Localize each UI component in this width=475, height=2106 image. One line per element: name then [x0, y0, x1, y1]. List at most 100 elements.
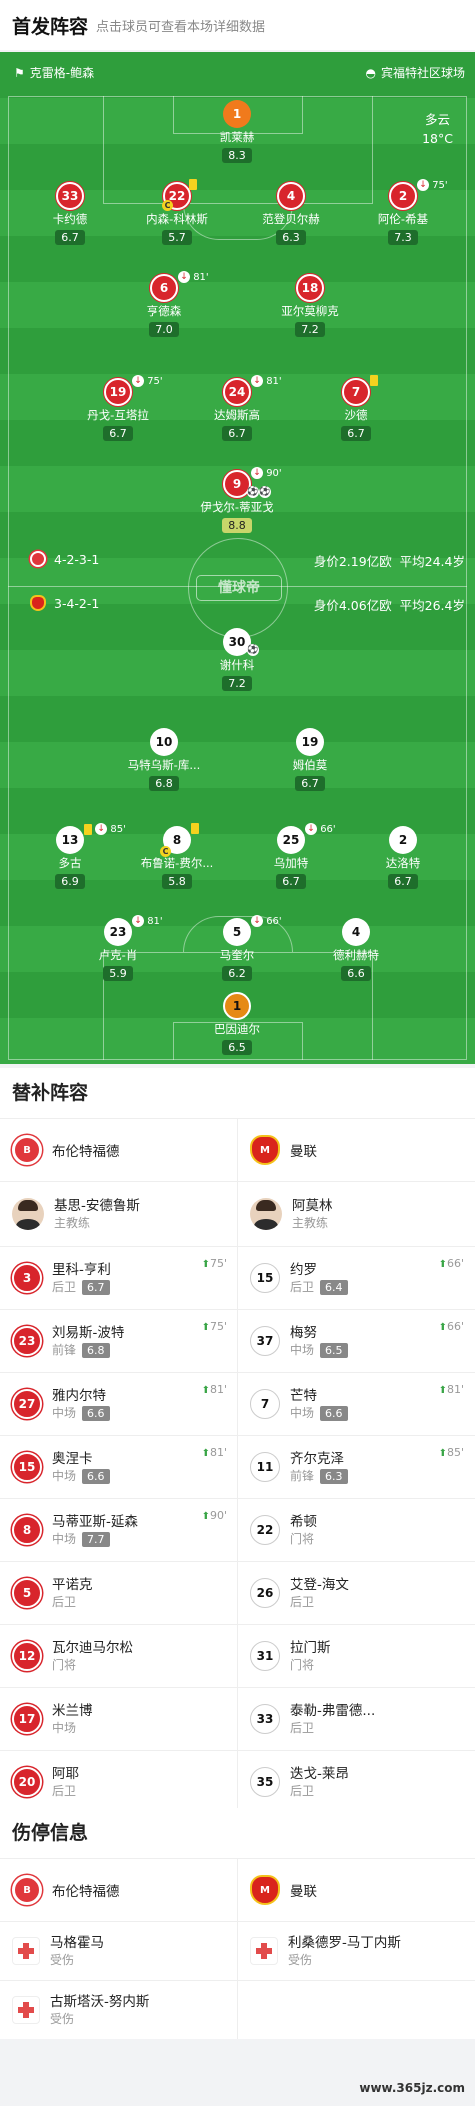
- sub-rating: 6.6: [320, 1405, 348, 1421]
- away-team-header[interactable]: M 曼联: [237, 1859, 474, 1921]
- top-rating: 8.8: [222, 518, 252, 533]
- sub-position: 中场: [52, 1468, 77, 1483]
- player-home-10[interactable]: 7 沙德 6.7: [306, 375, 406, 441]
- sub-position: 后卫: [52, 1594, 77, 1609]
- jersey-number: 8: [12, 1515, 42, 1545]
- player-away-3[interactable]: 19 姆伯莫 6.7: [260, 728, 360, 791]
- player-home-5[interactable]: 2 ↓ 75' 阿伦-希基 7.3: [353, 179, 453, 245]
- sub-player[interactable]: 3 里科-亨利 后卫 6.7 ⬆75': [0, 1247, 237, 1309]
- player-away-1[interactable]: 30 ⚽ 谢什科 7.2: [187, 628, 287, 691]
- subs-section: 替补阵容 B 布伦特福德 M 曼联 基思-安德鲁斯 主教练 阿莫林 主教练 3 里科-…: [0, 1068, 475, 1813]
- player-away-6[interactable]: 25 ↓ 66' 乌加特 6.7: [241, 823, 341, 889]
- sub-name: 芒特: [290, 1387, 317, 1404]
- sub-in-time: ⬆81': [201, 1446, 227, 1459]
- sub-out-icon: ↓: [305, 823, 317, 835]
- sub-position: 中场: [290, 1342, 315, 1357]
- player-away-8[interactable]: 23 ↓ 81' 卢克-肖 5.9: [68, 915, 168, 981]
- injury-status: 受伤: [50, 1952, 75, 1967]
- sub-player[interactable]: 35 迭戈-莱昂 后卫: [237, 1751, 474, 1813]
- sub-player[interactable]: 22 希顿 门将: [237, 1499, 474, 1561]
- away-coach[interactable]: 阿莫林 主教练: [237, 1182, 474, 1246]
- lineup-subtitle: 点击球员可查看本场详细数据: [96, 19, 266, 35]
- sub-name: 平诺克: [52, 1576, 93, 1593]
- sub-position: 后卫: [290, 1279, 315, 1294]
- player-home-9[interactable]: 24 ↓ 81' 达姆斯高 6.7: [187, 375, 287, 441]
- sub-in-time: ⬆81': [201, 1383, 227, 1396]
- jersey-number: 17: [12, 1704, 42, 1734]
- brentford-crest-icon: B: [12, 1875, 42, 1905]
- sub-player[interactable]: 5 平诺克 后卫: [0, 1562, 237, 1624]
- injured-name: 马格霍马: [50, 1934, 104, 1951]
- home-team-header[interactable]: B 布伦特福德: [0, 1119, 237, 1181]
- home-coach-label: ⚑ 克雷格-鲍森: [14, 65, 95, 81]
- sub-position: 前锋: [52, 1342, 77, 1357]
- sub-name: 泰勒-弗雷德...: [290, 1702, 376, 1719]
- player-away-7[interactable]: 2 达洛特 6.7: [353, 826, 453, 889]
- jersey-number: 15: [250, 1263, 280, 1293]
- player-away-11[interactable]: 1 巴因迪尔 6.5: [187, 992, 287, 1055]
- sub-player[interactable]: 15 奥涅卡 中场 6.6 ⬆81': [0, 1436, 237, 1498]
- player-away-9[interactable]: 5 ↓ 66' 马奎尔 6.2: [187, 915, 287, 981]
- sub-position: 后卫: [290, 1594, 315, 1609]
- sub-player[interactable]: 23 刘易斯-波特 前锋 6.8 ⬆75': [0, 1310, 237, 1372]
- sub-position: 门将: [290, 1657, 315, 1672]
- sub-position: 中场: [52, 1531, 77, 1546]
- player-away-4[interactable]: 13 ↓ 85' 多古 6.9: [20, 823, 126, 889]
- sub-out-icon: ↓: [251, 375, 263, 387]
- sub-rating: 6.4: [320, 1279, 348, 1295]
- player-home-7[interactable]: 18 亚尔莫柳克 7.2: [260, 274, 360, 337]
- sub-player[interactable]: 27 雅内尔特 中场 6.6 ⬆81': [0, 1373, 237, 1435]
- manutd-crest-icon: M: [250, 1875, 280, 1905]
- home-coach[interactable]: 基思-安德鲁斯 主教练: [0, 1182, 237, 1246]
- medical-kit-icon: [250, 1937, 278, 1965]
- injured-player[interactable]: 古斯塔沃-努内斯 受伤: [0, 1981, 237, 2039]
- sub-in-time: ⬆66': [438, 1257, 464, 1270]
- sub-player[interactable]: 12 瓦尔迪马尔松 门将: [0, 1625, 237, 1687]
- sub-player[interactable]: 20 阿耶 后卫: [0, 1751, 237, 1813]
- player-away-10[interactable]: 4 德利赫特 6.6: [306, 918, 406, 981]
- yellow-card-icon: [84, 823, 92, 835]
- sub-out-icon: ↓: [251, 915, 263, 927]
- injury-status: 受伤: [288, 1952, 313, 1967]
- sub-in-icon: ⬆: [438, 1448, 447, 1459]
- sub-name: 希顿: [290, 1513, 317, 1530]
- sub-player[interactable]: 8 马蒂亚斯-延森 中场 7.7 ⬆90': [0, 1499, 237, 1561]
- player-home-6[interactable]: 6 ↓ 81' 亨德森 7.0: [114, 271, 214, 337]
- injured-player[interactable]: 马格霍马 受伤: [0, 1922, 237, 1980]
- manutd-crest-icon: [30, 595, 46, 611]
- player-home-1[interactable]: 1 凯莱赫 8.3: [187, 100, 287, 163]
- player-away-5[interactable]: 8C 布鲁诺-费尔... 5.8: [127, 823, 227, 889]
- sub-player[interactable]: 7 芒特 中场 6.6 ⬆81': [237, 1373, 474, 1435]
- sub-player[interactable]: 26 艾登-海文 后卫: [237, 1562, 474, 1624]
- sub-out-icon: ↓: [132, 915, 144, 927]
- sub-player[interactable]: 33 泰勒-弗雷德... 后卫: [237, 1688, 474, 1750]
- sub-position: 后卫: [290, 1783, 315, 1798]
- player-home-2[interactable]: 33 卡约德 6.7: [20, 182, 120, 245]
- player-home-8[interactable]: 19 ↓ 75' 丹戈-互塔拉 6.7: [68, 375, 168, 441]
- brentford-crest-icon: [30, 551, 46, 567]
- sub-name: 艾登-海文: [290, 1576, 349, 1593]
- sub-rating: 6.6: [82, 1468, 110, 1484]
- injured-player[interactable]: 利桑德罗-马丁内斯 受伤: [237, 1922, 474, 1980]
- jersey-number: 22: [250, 1515, 280, 1545]
- sub-in-icon: ⬆: [201, 1511, 210, 1522]
- sub-player[interactable]: 15 约罗 后卫 6.4 ⬆66': [237, 1247, 474, 1309]
- jersey-number: 35: [250, 1767, 280, 1797]
- sub-name: 约罗: [290, 1261, 317, 1278]
- player-home-11[interactable]: 9 ↓ 90' ⚽ ⚽ 伊戈尔-蒂亚戈 8.8: [187, 467, 287, 533]
- sub-player[interactable]: 11 齐尔克泽 前锋 6.3 ⬆85': [237, 1436, 474, 1498]
- sub-name: 拉门斯: [290, 1639, 331, 1656]
- sub-player[interactable]: 37 梅努 中场 6.5 ⬆66': [237, 1310, 474, 1372]
- player-home-3[interactable]: 22 C 内森-科林斯 5.7: [127, 179, 227, 245]
- sub-player[interactable]: 31 拉门斯 门将: [237, 1625, 474, 1687]
- avatar: [250, 1198, 282, 1230]
- injury-title: 伤停信息: [12, 1822, 89, 1844]
- sub-player[interactable]: 17 米兰博 中场: [0, 1688, 237, 1750]
- away-team-header[interactable]: M 曼联: [237, 1119, 474, 1181]
- sub-in-time: ⬆90': [201, 1509, 227, 1522]
- player-away-2[interactable]: 10 马特乌斯-库... 6.8: [114, 728, 214, 791]
- player-home-4[interactable]: 4 范登贝尔赫 6.3: [241, 182, 341, 245]
- sub-out-icon: ↓: [132, 375, 144, 387]
- home-team-header[interactable]: B 布伦特福德: [0, 1859, 237, 1921]
- sub-position: 中场: [52, 1405, 77, 1420]
